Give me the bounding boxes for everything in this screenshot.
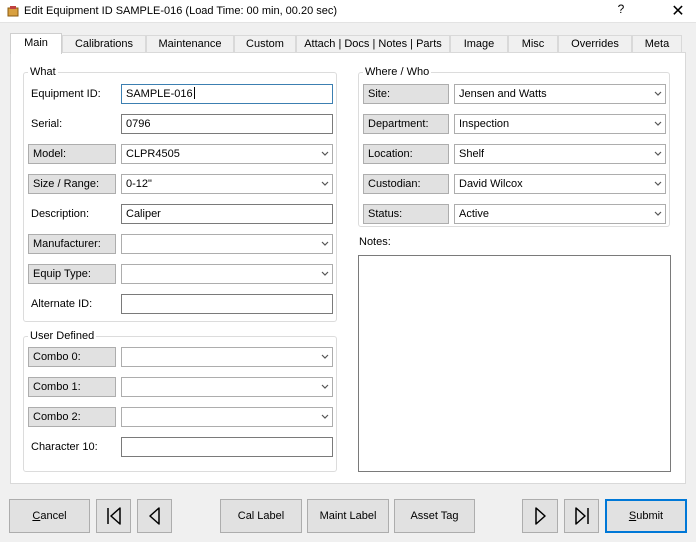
serial-input[interactable]: 0796 [121,114,333,134]
tab-main[interactable]: Main [10,33,62,54]
tab-strip: Main Calibrations Maintenance Custom Att… [10,33,686,54]
department-lookup-button[interactable]: Department: [363,114,449,134]
chevron-down-icon [321,271,329,276]
chevron-down-icon [321,151,329,156]
combo1-combo[interactable] [121,377,333,397]
previous-icon [148,507,160,525]
maint-label-button[interactable]: Maint Label [307,499,389,533]
app-icon [7,6,19,17]
skip-first-icon [106,507,121,525]
chevron-down-icon [321,354,329,359]
close-button[interactable]: ✕ [670,1,686,21]
combo0-combo[interactable] [121,347,333,367]
next-icon [535,507,546,525]
chevron-down-icon [654,181,662,186]
equipment-id-label: Equipment ID: [31,88,101,100]
location-lookup-button[interactable]: Location: [363,144,449,164]
combo2-lookup-button[interactable]: Combo 2: [28,407,116,427]
character10-label: Character 10: [31,441,98,453]
tab-calibrations[interactable]: Calibrations [62,35,146,53]
equip-type-combo[interactable] [121,264,333,284]
user-defined-legend: User Defined [28,330,97,342]
tab-attach-docs-notes-parts[interactable]: Attach | Docs | Notes | Parts [296,35,450,53]
combo1-lookup-button[interactable]: Combo 1: [28,377,116,397]
size-range-combo[interactable]: 0-12" [121,174,333,194]
cancel-button[interactable]: Cancel [9,499,90,533]
main-tab-panel: What Equipment ID: SAMPLE-016 Serial: 07… [10,52,686,484]
custodian-lookup-button[interactable]: Custodian: [363,174,449,194]
chevron-down-icon [321,384,329,389]
character10-input[interactable] [121,437,333,457]
tab-meta[interactable]: Meta [632,35,682,53]
description-label: Description: [31,208,90,220]
next-record-button[interactable] [522,499,558,533]
tab-overrides[interactable]: Overrides [558,35,632,53]
previous-record-button[interactable] [137,499,172,533]
notes-label: Notes: [359,236,391,248]
location-combo[interactable]: Shelf [454,144,666,164]
tab-custom[interactable]: Custom [234,35,296,53]
status-lookup-button[interactable]: Status: [363,204,449,224]
manufacturer-lookup-button[interactable]: Manufacturer: [28,234,116,254]
tab-image[interactable]: Image [450,35,508,53]
window-title: Edit Equipment ID SAMPLE-016 (Load Time:… [24,5,338,17]
what-group [23,72,337,322]
size-range-lookup-button[interactable]: Size / Range: [28,174,116,194]
last-record-button[interactable] [564,499,599,533]
serial-label: Serial: [31,118,63,130]
model-combo[interactable]: CLPR4505 [121,144,333,164]
site-combo[interactable]: Jensen and Watts [454,84,666,104]
notes-textarea[interactable] [358,255,671,472]
combo2-combo[interactable] [121,407,333,427]
title-bar: Edit Equipment ID SAMPLE-016 (Load Time:… [0,0,696,23]
tab-maintenance[interactable]: Maintenance [146,35,234,53]
tab-misc[interactable]: Misc [508,35,558,53]
combo0-lookup-button[interactable]: Combo 0: [28,347,116,367]
chevron-down-icon [654,211,662,216]
equip-type-lookup-button[interactable]: Equip Type: [28,264,116,284]
what-legend: What [28,66,58,78]
site-lookup-button[interactable]: Site: [363,84,449,104]
chevron-down-icon [321,414,329,419]
where-who-legend: Where / Who [363,66,432,78]
alternate-id-input[interactable] [121,294,333,314]
asset-tag-button[interactable]: Asset Tag [394,499,475,533]
description-input[interactable]: Caliper [121,204,333,224]
chevron-down-icon [321,181,329,186]
skip-last-icon [574,507,589,525]
custodian-combo[interactable]: David Wilcox [454,174,666,194]
manufacturer-combo[interactable] [121,234,333,254]
chevron-down-icon [654,91,662,96]
chevron-down-icon [321,241,329,246]
submit-button[interactable]: Submit [605,499,687,533]
help-button[interactable]: ? [614,2,628,16]
first-record-button[interactable] [96,499,131,533]
chevron-down-icon [654,151,662,156]
cal-label-button[interactable]: Cal Label [220,499,302,533]
department-combo[interactable]: Inspection [454,114,666,134]
equipment-id-input[interactable]: SAMPLE-016 [121,84,333,104]
alternate-id-label: Alternate ID: [31,298,93,310]
chevron-down-icon [654,121,662,126]
status-combo[interactable]: Active [454,204,666,224]
model-lookup-button[interactable]: Model: [28,144,116,164]
